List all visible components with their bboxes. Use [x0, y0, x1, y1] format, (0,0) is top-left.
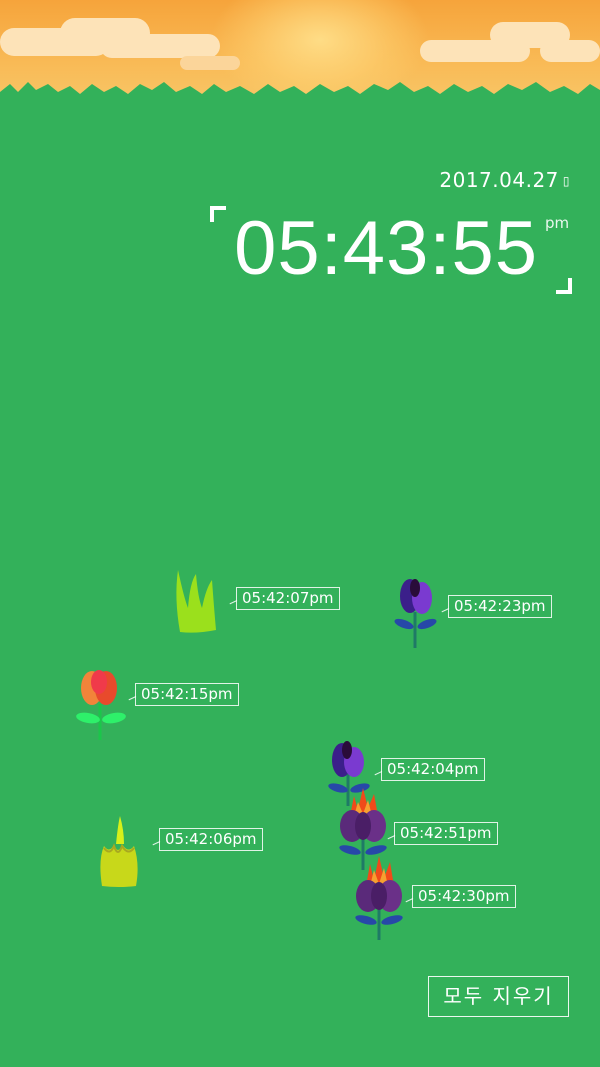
- clock-time: 05:43:55: [234, 206, 538, 291]
- yellow-grass-plant[interactable]: [96, 814, 144, 888]
- plant-timestamp: 05:42:23pm: [448, 595, 552, 618]
- plant-timestamp: 05:42:15pm: [135, 683, 239, 706]
- plant-timestamp: 05:42:04pm: [381, 758, 485, 781]
- date-display: 2017.04.27 ▯: [439, 168, 570, 192]
- calendar-icon: ▯: [562, 174, 570, 188]
- cloud: [180, 56, 240, 70]
- plant-timestamp: 05:42:51pm: [394, 822, 498, 845]
- plant-timestamp: 05:42:30pm: [412, 885, 516, 908]
- clock-bracket-bottom-right: [556, 278, 572, 294]
- plant-timestamp: 05:42:07pm: [236, 587, 340, 610]
- cloud: [540, 40, 600, 62]
- grass-plant[interactable]: [172, 568, 220, 634]
- grass-edge: [0, 82, 600, 118]
- clear-all-button[interactable]: 모두 지우기: [428, 976, 569, 1017]
- purple-tulip-plant[interactable]: [392, 578, 440, 648]
- red-tulip-plant[interactable]: [74, 668, 128, 740]
- cloud: [100, 34, 220, 58]
- ampm-indicator: pm: [545, 214, 570, 232]
- clock-bracket-top-left: [210, 206, 226, 222]
- plant-timestamp: 05:42:06pm: [159, 828, 263, 851]
- flame-flower-plant[interactable]: [352, 856, 408, 940]
- date-text: 2017.04.27: [439, 168, 559, 192]
